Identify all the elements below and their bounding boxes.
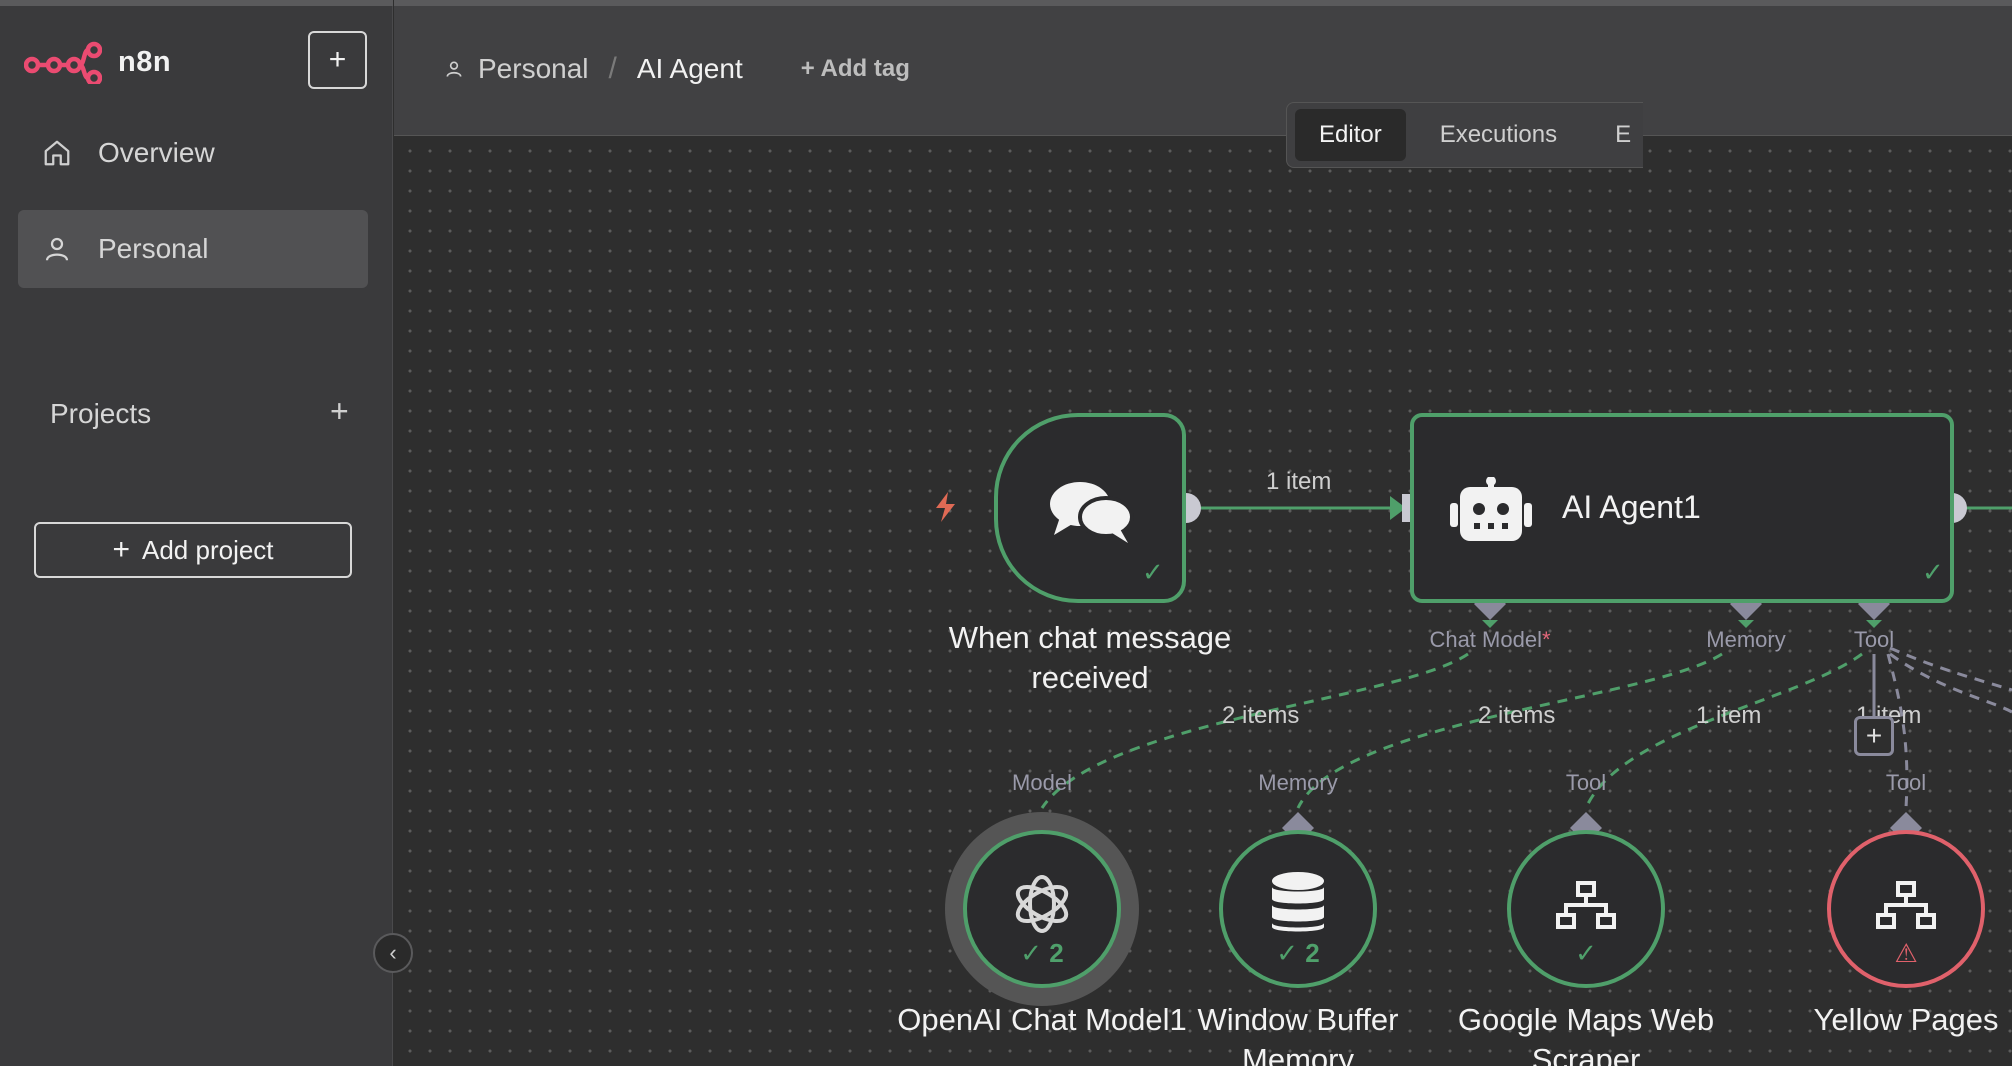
header-top-bar [394,0,2012,6]
openai-icon [1015,875,1069,933]
breadcrumb-separator: / [608,52,617,85]
run-count-badge: ✓ 2 [1276,938,1320,968]
add-tag-button[interactable]: + Add tag [801,55,910,83]
logo-text: n8n [118,45,172,78]
tool-input-label: Tool [1885,770,1927,795]
title-line: Memory [1242,1042,1354,1066]
memory-port-label: Memory [1706,627,1786,652]
port-label-text: Chat Model [1429,627,1542,652]
success-check-icon: ✓ [1575,938,1597,968]
breadcrumb-project[interactable]: Personal [478,53,589,85]
success-check-icon: ✓ [1142,557,1164,587]
sidebar: n8n + Overview Personal Projects + + Add… [0,0,393,1066]
tab-evaluations[interactable]: E [1591,109,1635,161]
user-icon [45,237,69,261]
n8n-logo-icon [24,41,102,84]
warning-icon: ⚠ [1894,938,1918,968]
yellow-pages-node-title: Yellow Pages [1813,1002,1999,1037]
title-line: Window Buffer [1197,1002,1399,1037]
yellow-pages-node[interactable]: ⚠ [1827,830,1985,988]
model-edge-label: 2 items [1222,702,1300,729]
ai-agent-node[interactable]: AI Agent1 ✓ [1410,413,1954,603]
add-project-label: Add project [142,534,274,565]
tool-port-label: Tool [1853,627,1895,652]
lightning-icon [936,492,955,522]
database-icon [1272,872,1324,932]
sidebar-item-label: Personal [98,233,209,264]
logo[interactable]: n8n [24,40,171,84]
home-icon [44,140,70,166]
memory-input-label: Memory [1258,770,1338,795]
projects-heading: Projects [50,398,152,429]
workflow-name[interactable]: AI Agent [637,53,743,85]
title-line: Google Maps Web [1457,1002,1715,1037]
title-line: When chat message [948,620,1232,655]
network-icon [1876,881,1936,929]
tab-editor[interactable]: Editor [1295,109,1406,161]
plus-icon: + [112,533,130,566]
header: Personal / AI Agent + Add tag [394,0,2012,136]
memory-edge-label: 2 items [1478,702,1556,729]
trigger-node-title: When chat message received [900,618,1280,698]
main-edge-label: 1 item [1266,468,1332,495]
title-line: received [1031,660,1149,695]
run-count-badge: ✓ 2 [1020,938,1064,968]
trigger-node[interactable]: ✓ [994,413,1186,603]
window-buffer-memory-node[interactable]: ✓ 2 [1219,830,1377,988]
collapse-sidebar-button[interactable]: ‹ [373,933,413,973]
sidebar-item-personal[interactable]: Personal [18,210,368,288]
robot-icon [1450,477,1532,541]
success-check-icon: ✓ [1922,557,1944,587]
google-maps-node-title: Google Maps Web Scraper [1426,1000,1746,1066]
chat-bubbles-icon [1050,482,1134,543]
openai-chat-model-node[interactable]: ✓ 2 [963,830,1121,988]
google-maps-scraper-node[interactable]: ✓ [1507,830,1665,988]
tab-executions[interactable]: Executions [1416,109,1581,161]
tool-input-label: Tool [1565,770,1607,795]
add-tool-button[interactable]: + [1854,716,1894,756]
new-workflow-button[interactable]: + [308,31,367,89]
breadcrumb: Personal / AI Agent + Add tag [444,52,910,86]
network-icon [1556,881,1616,929]
model-input-label: Model [1012,770,1072,795]
sidebar-item-label: Overview [98,137,215,168]
tool1-edge-label: 1 item [1696,702,1762,729]
add-project-button[interactable]: + Add project [34,522,352,578]
required-mark: * [1541,627,1551,652]
chat-model-port-label: Chat Model* [1410,627,1570,653]
memory-node-title: Window Buffer Memory [1138,1000,1458,1066]
sidebar-top-bar [0,0,393,6]
title-line: Scraper [1531,1042,1641,1066]
view-tabs: Editor Executions E [1286,102,1644,168]
sidebar-item-overview[interactable]: Overview [18,114,368,192]
user-icon [446,61,462,77]
ai-agent-title: AI Agent1 [1562,489,1701,525]
add-project-plus-icon[interactable]: + [330,393,349,430]
